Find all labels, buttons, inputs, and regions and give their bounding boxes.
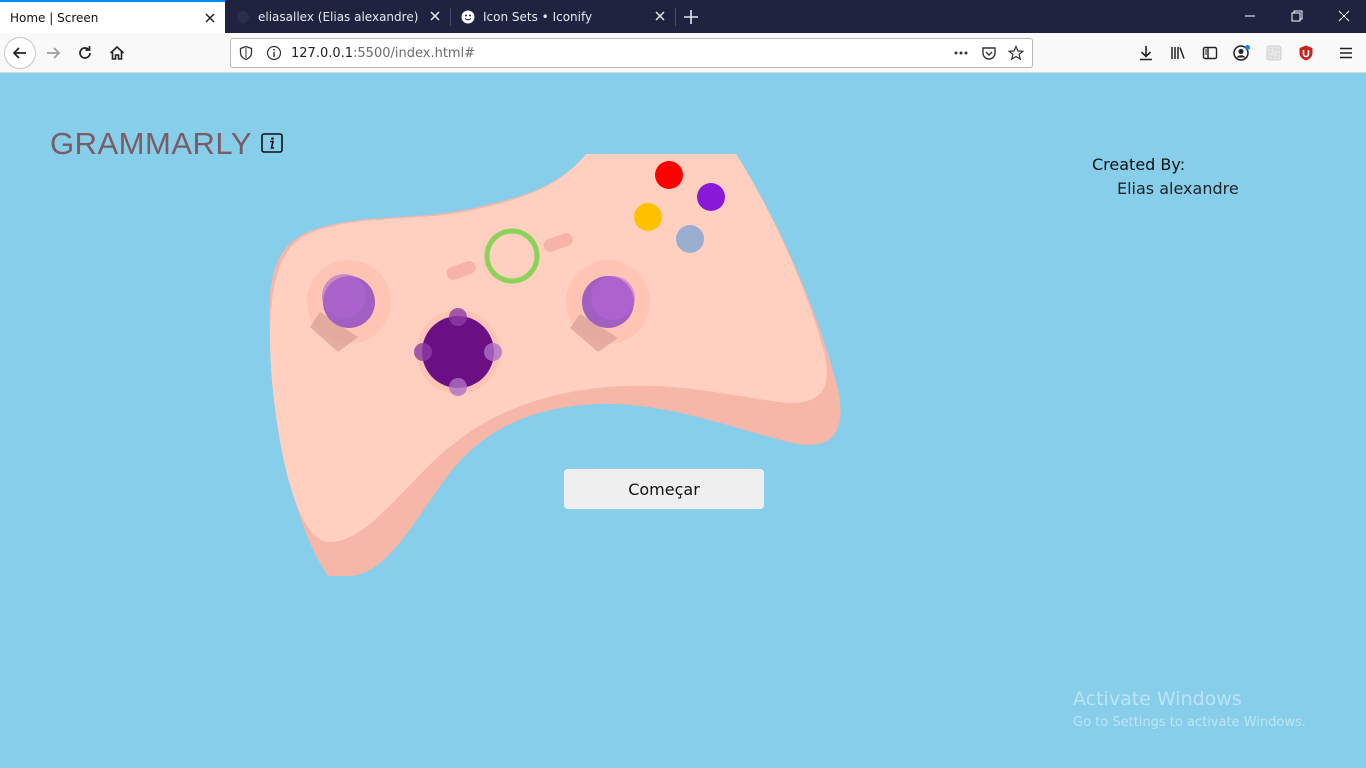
credit-label: Created By:	[1092, 155, 1186, 174]
url-bar[interactable]: 127.0.0.1:5500/index.html#	[230, 38, 1033, 68]
minimize-icon[interactable]	[1242, 8, 1258, 24]
bookmark-star-icon[interactable]	[1008, 45, 1024, 61]
pocket-icon[interactable]	[981, 45, 997, 61]
back-button[interactable]	[4, 37, 36, 69]
close-tab-icon[interactable]	[653, 9, 667, 23]
yellow-button-icon	[634, 203, 662, 231]
red-button-icon	[655, 161, 683, 189]
ublock-button[interactable]	[1294, 41, 1318, 65]
github-icon	[237, 10, 249, 23]
url-path: :5500/index.html#	[353, 46, 476, 61]
sidebar-button[interactable]	[1198, 41, 1222, 65]
home-button[interactable]	[105, 41, 129, 65]
download-icon	[1140, 46, 1152, 61]
tab-label: Home | Screen	[10, 10, 99, 25]
credit-name: Elias alexandre	[1117, 179, 1239, 198]
extension-button[interactable]	[1262, 41, 1286, 65]
shield-icon[interactable]	[238, 45, 254, 61]
new-tab-icon[interactable]	[681, 7, 701, 27]
info-icon[interactable]	[266, 45, 282, 61]
menu-button[interactable]	[1334, 41, 1358, 65]
close-tab-icon[interactable]	[428, 9, 442, 23]
tab-separator	[675, 8, 676, 26]
extension-icon	[1266, 45, 1282, 61]
more-icon[interactable]	[953, 45, 969, 61]
tab-label: Icon Sets • Iconify	[483, 9, 593, 24]
gamepad-illustration	[269, 154, 841, 576]
menu-icon	[1340, 47, 1352, 59]
back-icon	[12, 47, 26, 59]
tab-home-screen[interactable]: Home | Screen	[0, 0, 225, 33]
url-text[interactable]: 127.0.0.1:5500/index.html#	[291, 46, 475, 61]
account-button[interactable]	[1230, 41, 1254, 65]
library-button[interactable]	[1166, 41, 1190, 65]
reload-icon	[79, 46, 91, 59]
page-content: GRAMMARLY Created By: Elias alexandre Co…	[0, 74, 1366, 768]
forward-button[interactable]	[41, 41, 65, 65]
reload-button[interactable]	[73, 41, 97, 65]
restore-icon[interactable]	[1289, 8, 1305, 24]
brand-title: GRAMMARLY	[50, 126, 253, 161]
start-button[interactable]: Começar	[564, 469, 764, 509]
navigation-toolbar: 127.0.0.1:5500/index.html#	[0, 33, 1366, 73]
windows-activation-title: Activate Windows	[1073, 688, 1242, 710]
ublock-icon	[1299, 45, 1313, 61]
tab-github[interactable]: eliasallex (Elias alexandre)	[226, 0, 450, 33]
tab-label: eliasallex (Elias alexandre)	[258, 9, 419, 24]
url-host: 127.0.0.1	[291, 46, 354, 61]
gray-button-icon	[676, 225, 704, 253]
tab-strip: Home | Screen eliasallex (Elias alexandr…	[0, 0, 1366, 33]
close-window-icon[interactable]	[1336, 8, 1352, 24]
tab-iconify[interactable]: Icon Sets • Iconify	[451, 0, 675, 33]
home-icon	[109, 45, 125, 60]
windows-activation-subtitle: Go to Settings to activate Windows.	[1073, 715, 1306, 730]
forward-icon	[47, 47, 61, 59]
sidebar-icon	[1202, 46, 1218, 60]
library-icon	[1171, 47, 1185, 59]
account-icon	[1233, 45, 1250, 61]
smiley-icon	[461, 10, 475, 23]
close-tab-icon[interactable]	[203, 11, 217, 25]
info-icon[interactable]	[261, 133, 283, 153]
dpad-icon	[422, 316, 494, 388]
downloads-button[interactable]	[1134, 41, 1158, 65]
purple-button-icon	[697, 183, 725, 211]
